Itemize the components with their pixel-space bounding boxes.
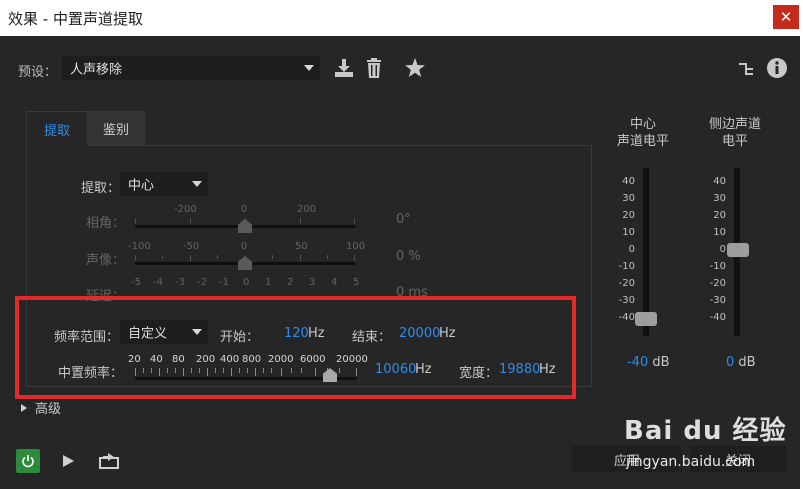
delay-scale-item: -5 [131, 277, 141, 288]
side-meter-title-line1: 侧边声道 [708, 117, 761, 132]
meter-tick-label: -10 [709, 261, 726, 272]
loop-button[interactable] [99, 452, 119, 470]
side-meter-title-line2: 电平 [721, 134, 748, 149]
star-icon[interactable] [404, 57, 426, 79]
watermark: Bai du 经验 jingyan.baidu.com [616, 410, 800, 472]
side-meter-unit: dB [738, 355, 756, 370]
title-bar: 效果 - 中置声道提取 ✕ [0, 0, 803, 36]
meter-tick-label: -40 [709, 312, 726, 323]
pan-scale-3: 0 [241, 241, 248, 252]
meter-tick-label: 40 [713, 176, 726, 187]
center-meter-title-line2: 声道电平 [616, 134, 669, 149]
pan-value: 0 % [396, 249, 421, 264]
center-meter-scale: 40 30 20 10 0 -10 -20 -30 -40 [613, 176, 637, 326]
meter-tick-label: 40 [622, 176, 635, 187]
channel-routing-icon[interactable] [738, 60, 756, 78]
loop-icon [99, 453, 119, 469]
delay-scale-item: 2 [287, 277, 294, 288]
meter-tick-label: 30 [622, 193, 635, 204]
phase-scale-min: -200 [174, 204, 197, 215]
tab-extract[interactable]: 提取 [26, 111, 88, 146]
info-icon[interactable] [766, 57, 788, 79]
phase-unit: ° [404, 212, 411, 227]
meter-tick-label: 0 [719, 244, 726, 255]
center-meter-title: 中心 声道电平 [612, 116, 674, 150]
pan-scale-4: 50 [295, 241, 308, 252]
center-meter-track[interactable] [643, 168, 649, 336]
power-toggle-button[interactable] [16, 449, 40, 473]
side-meter-scale: 40 30 20 10 0 -10 -20 -30 -40 [704, 176, 728, 326]
delay-scale-item: 1 [265, 277, 272, 288]
pan-scale-1: -100 [128, 241, 151, 252]
side-meter-readout: 0 dB [726, 355, 756, 370]
meter-tick-label: 10 [622, 227, 635, 238]
pan-scale-5: 100 [346, 241, 366, 252]
save-preset-icon[interactable] [333, 57, 355, 79]
center-meter-value[interactable]: -40 [627, 355, 648, 370]
meter-tick-label: -30 [709, 295, 726, 306]
meter-tick-label: 30 [713, 193, 726, 204]
extract-dropdown[interactable]: 中心 [120, 172, 208, 196]
advanced-toggle[interactable]: 高级 [21, 398, 61, 417]
meter-tick-label: -10 [618, 261, 635, 272]
preset-dropdown[interactable]: 人声移除 [62, 56, 320, 80]
preset-label: 预设： [18, 65, 58, 80]
phase-scale-mid: 0 [241, 204, 248, 215]
meter-tick-label: 20 [713, 210, 726, 221]
phase-value: 0° [396, 212, 411, 227]
preset-value: 人声移除 [70, 62, 123, 78]
pan-label: 声像： [86, 253, 126, 268]
highlight-box [15, 296, 576, 399]
pan-value-number: 0 [396, 249, 405, 264]
extract-label: 提取： [81, 181, 121, 196]
meter-tick-label: -40 [618, 312, 635, 323]
side-meter-value[interactable]: 0 [726, 355, 734, 370]
meter-tick-label: 10 [713, 227, 726, 238]
meter-tick-label: -20 [618, 278, 635, 289]
delay-scale-item: 0 [243, 277, 250, 288]
play-button[interactable] [61, 454, 75, 468]
power-icon [22, 455, 34, 468]
trash-icon[interactable] [364, 57, 384, 79]
meter-tick-label: -30 [618, 295, 635, 306]
center-meter-title-line1: 中心 [629, 117, 656, 132]
watermark-logo: Bai du 经验 [624, 416, 787, 446]
delay-scale-item: 5 [353, 277, 360, 288]
chevron-down-icon [304, 65, 314, 71]
pan-unit: % [408, 249, 421, 264]
delay-scale-item: 4 [331, 277, 338, 288]
window-title: 效果 - 中置声道提取 [8, 10, 143, 28]
center-meter-readout: -40 dB [627, 355, 670, 370]
tab-discriminate[interactable]: 鉴别 [87, 111, 145, 145]
delay-scale-item: -2 [197, 277, 207, 288]
center-meter-unit: dB [652, 355, 670, 370]
side-meter-handle[interactable] [727, 243, 749, 257]
meter-tick-label: -20 [709, 278, 726, 289]
center-meter-handle[interactable] [635, 312, 657, 326]
phase-scale-max: 200 [297, 204, 317, 215]
play-icon [63, 455, 74, 467]
side-meter-title: 侧边声道 电平 [703, 116, 767, 150]
close-window-button[interactable]: ✕ [773, 5, 799, 29]
delay-scale-item: -4 [153, 277, 163, 288]
watermark-url: jingyan.baidu.com [626, 454, 756, 470]
delay-scale-item: 3 [309, 277, 316, 288]
pan-scale-2: -50 [183, 241, 200, 252]
meter-tick-label: 20 [622, 210, 635, 221]
phase-label: 相角： [86, 216, 126, 231]
delay-scale-item: -3 [175, 277, 185, 288]
meter-tick-label: 0 [628, 244, 635, 255]
triangle-right-icon [21, 403, 27, 412]
extract-value: 中心 [128, 178, 155, 194]
chevron-down-icon [192, 181, 202, 187]
advanced-label: 高级 [35, 402, 62, 417]
delay-scale-item: -1 [219, 277, 229, 288]
